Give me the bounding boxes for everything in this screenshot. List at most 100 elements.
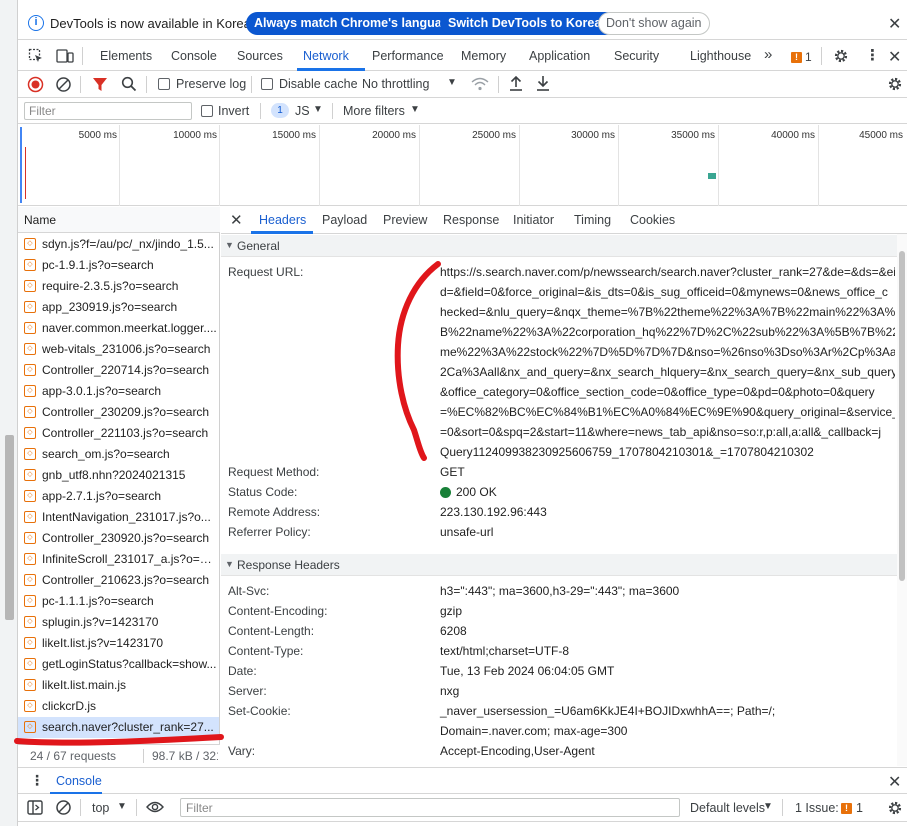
request-row[interactable]: ◇ InfiniteScroll_231017_a.js?o=se... <box>18 549 219 570</box>
tab-headers[interactable]: Headers <box>259 213 306 227</box>
request-row[interactable]: ◇ clickcrD.js <box>18 696 219 717</box>
request-row[interactable]: ◇ likeIt.list.js?v=1423170 <box>18 633 219 654</box>
page-scrollbar-thumb[interactable] <box>5 435 14 620</box>
details-scrollbar-thumb[interactable] <box>899 251 905 581</box>
dont-show-again-button[interactable]: Don't show again <box>598 12 710 35</box>
live-expression-eye-icon[interactable] <box>146 800 164 814</box>
filter-funnel-icon[interactable] <box>93 77 107 92</box>
request-row[interactable]: ◇ app_230919.js?o=search <box>18 297 219 318</box>
search-icon[interactable] <box>121 76 137 92</box>
disable-cache-label: Disable cache <box>279 77 358 91</box>
context-dropdown-icon[interactable]: ▼ <box>117 801 127 812</box>
tab-timing[interactable]: Timing <box>574 213 611 227</box>
network-conditions-wifi-icon[interactable] <box>471 76 489 92</box>
console-issues-label[interactable]: 1 Issue: <box>795 801 839 815</box>
tab-console[interactable]: Console <box>171 49 217 63</box>
switch-to-korean-button[interactable]: Switch DevTools to Korean <box>440 12 617 35</box>
throttling-dropdown-icon[interactable]: ▼ <box>447 77 457 88</box>
import-har-upload-icon[interactable] <box>508 75 524 92</box>
close-devtools-icon[interactable]: ✕ <box>888 47 901 67</box>
log-levels-dropdown-icon[interactable]: ▼ <box>763 801 773 812</box>
tab-network[interactable]: Network <box>303 49 349 63</box>
drawer-menu-icon[interactable]: ⋮ <box>30 772 44 789</box>
response-headers-section-header[interactable]: ▼ Response Headers <box>221 554 897 576</box>
device-toolbar-icon[interactable] <box>56 48 74 64</box>
name-column-header[interactable]: Name <box>18 207 220 233</box>
disable-cache-checkbox[interactable] <box>261 78 273 90</box>
invert-checkbox[interactable] <box>201 105 213 117</box>
inspect-element-icon[interactable] <box>28 48 44 64</box>
tab-response[interactable]: Response <box>443 213 499 227</box>
preserve-log-checkbox[interactable] <box>158 78 170 90</box>
request-row[interactable]: ◇ likeIt.list.main.js <box>18 675 219 696</box>
request-row[interactable]: ◇ search.naver?cluster_rank=27... <box>18 717 219 738</box>
close-drawer-icon[interactable]: ✕ <box>888 772 901 792</box>
tab-preview[interactable]: Preview <box>383 213 427 227</box>
request-row[interactable]: ◇ sdyn.js?f=/au/pc/_nx/jindo_1.5... <box>18 234 219 255</box>
request-row[interactable]: ◇ splugin.js?v=1423170 <box>18 612 219 633</box>
network-settings-gear-icon[interactable] <box>887 76 903 92</box>
request-row[interactable]: ◇ app-3.0.1.js?o=search <box>18 381 219 402</box>
export-har-download-icon[interactable] <box>535 75 551 92</box>
throttling-select[interactable]: No throttling <box>362 77 429 91</box>
general-section-header[interactable]: ▼ General <box>221 235 897 257</box>
console-toolbar-divider <box>80 799 81 816</box>
overview-gridline <box>319 125 320 206</box>
request-row[interactable]: ◇ gnb_utf8.nhn?2024021315 <box>18 465 219 486</box>
request-row[interactable]: ◇ web-vitals_231006.js?o=search <box>18 339 219 360</box>
script-resource-icon: ◇ <box>24 658 36 670</box>
issues-warning-icon[interactable]: ! <box>791 52 802 63</box>
console-issues-count[interactable]: 1 <box>856 801 863 815</box>
clear-icon[interactable] <box>55 76 72 93</box>
request-row[interactable]: ◇ IntentNavigation_231017.js?o... <box>18 507 219 528</box>
overview-window-handle[interactable] <box>20 127 22 203</box>
tab-sources[interactable]: Sources <box>237 49 283 63</box>
request-row[interactable]: ◇ Controller_230209.js?o=search <box>18 402 219 423</box>
details-scrollbar[interactable] <box>897 234 907 766</box>
request-row[interactable]: ◇ Controller_221103.js?o=search <box>18 423 219 444</box>
console-filter-input[interactable]: Filter <box>180 798 680 817</box>
request-row[interactable]: ◇ pc-1.9.1.js?o=search <box>18 255 219 276</box>
tab-lighthouse[interactable]: Lighthouse <box>690 49 751 63</box>
show-sidebar-icon[interactable] <box>27 800 43 815</box>
more-tabs-icon[interactable]: » <box>764 46 772 63</box>
request-row[interactable]: ◇ search_om.js?o=search <box>18 444 219 465</box>
request-row[interactable]: ◇ Controller_210623.js?o=search <box>18 570 219 591</box>
overview-gridline <box>519 125 520 206</box>
customize-menu-icon[interactable]: ⋮ <box>865 46 880 64</box>
close-details-icon[interactable]: ✕ <box>230 211 243 229</box>
request-row[interactable]: ◇ require-2.3.5.js?o=search <box>18 276 219 297</box>
js-context-select[interactable]: top <box>92 801 109 815</box>
match-language-button[interactable]: Always match Chrome's language <box>246 12 465 35</box>
request-row[interactable]: ◇ naver.common.meerkat.logger.... <box>18 318 219 339</box>
tab-elements[interactable]: Elements <box>100 49 152 63</box>
more-filters-dropdown-icon[interactable]: ▼ <box>410 104 420 115</box>
request-row[interactable]: ◇ pc-1.1.1.js?o=search <box>18 591 219 612</box>
script-resource-icon: ◇ <box>24 259 36 271</box>
resource-type-select[interactable]: JS <box>295 104 310 118</box>
issues-count[interactable]: 1 <box>805 50 812 64</box>
clear-console-icon[interactable] <box>55 799 72 816</box>
settings-gear-icon[interactable] <box>833 48 849 64</box>
more-filters-button[interactable]: More filters <box>343 104 405 118</box>
script-resource-icon: ◇ <box>24 637 36 649</box>
filter-input[interactable]: Filter <box>24 102 192 120</box>
tab-application[interactable]: Application <box>529 49 590 63</box>
network-overview-timeline[interactable]: 5000 ms 10000 ms 15000 ms 20000 ms 25000… <box>18 125 907 206</box>
close-infobar-icon[interactable]: ✕ <box>888 14 901 34</box>
record-stop-icon[interactable] <box>27 76 44 93</box>
request-row[interactable]: ◇ getLoginStatus?callback=show... <box>18 654 219 675</box>
tab-initiator[interactable]: Initiator <box>513 213 554 227</box>
tab-payload[interactable]: Payload <box>322 213 367 227</box>
tab-performance[interactable]: Performance <box>372 49 444 63</box>
log-levels-select[interactable]: Default levels <box>690 801 765 815</box>
tab-drawer-console[interactable]: Console <box>56 774 102 788</box>
tab-memory[interactable]: Memory <box>461 49 506 63</box>
request-row[interactable]: ◇ app-2.7.1.js?o=search <box>18 486 219 507</box>
tab-cookies[interactable]: Cookies <box>630 213 675 227</box>
request-row[interactable]: ◇ Controller_230920.js?o=search <box>18 528 219 549</box>
request-row[interactable]: ◇ Controller_220714.js?o=search <box>18 360 219 381</box>
resource-type-dropdown-icon[interactable]: ▼ <box>313 104 323 115</box>
tab-security[interactable]: Security <box>614 49 659 63</box>
console-settings-gear-icon[interactable] <box>887 800 903 816</box>
